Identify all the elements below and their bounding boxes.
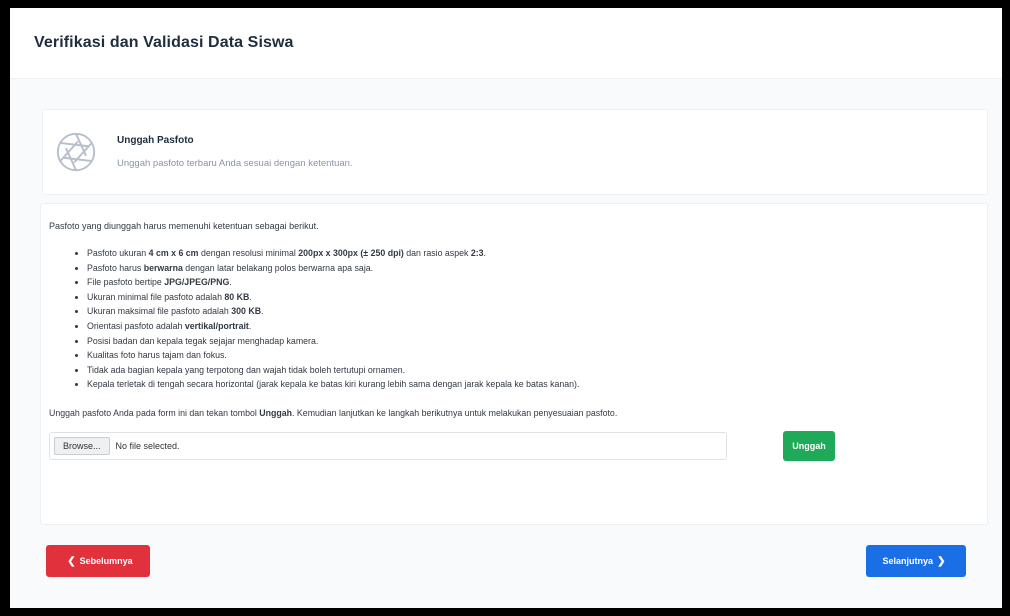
upload-instruction: Unggah pasfoto Anda pada form ini dan te… <box>49 407 618 418</box>
requirement-item: File pasfoto bertipe JPG/JPEG/PNG. <box>87 275 979 290</box>
requirement-item: Kualitas foto harus tajam dan fokus. <box>87 348 979 363</box>
upload-button[interactable]: Unggah <box>783 430 835 461</box>
file-status: No file selected. <box>115 440 180 451</box>
requirement-item: Kepala terletak di tengah secara horizon… <box>87 377 979 392</box>
next-button-label: Selanjutnya <box>882 556 934 566</box>
requirement-item: Pasfoto ukuran 4 cm x 6 cm dengan resolu… <box>87 246 979 261</box>
upload-info-card: Unggah Pasfoto Unggah pasfoto terbaru An… <box>42 109 988 195</box>
requirement-item: Pasfoto harus berwarna dengan latar bela… <box>87 261 979 276</box>
camera-aperture-icon <box>56 132 96 172</box>
page-title: Verifikasi dan Validasi Data Siswa <box>34 34 294 51</box>
navigation-row: ❮ Sebelumnya Selanjutnya ❯ <box>40 545 988 577</box>
upload-card-title: Unggah Pasfoto <box>117 135 194 146</box>
requirements-list: Pasfoto ukuran 4 cm x 6 cm dengan resolu… <box>49 246 979 392</box>
requirements-intro: Pasfoto yang diunggah harus memenuhi ket… <box>49 221 319 231</box>
chevron-right-icon: ❯ <box>937 555 946 567</box>
upload-row: Browse... No file selected. Unggah <box>49 430 979 461</box>
previous-button-label: Sebelumnya <box>79 556 133 566</box>
requirement-item: Posisi badan dan kepala tegak sejajar me… <box>87 334 979 349</box>
requirement-item: Ukuran maksimal file pasfoto adalah 300 … <box>87 304 979 319</box>
chevron-left-icon: ❮ <box>67 555 76 567</box>
previous-button[interactable]: ❮ Sebelumnya <box>46 545 150 577</box>
requirement-item: Ukuran minimal file pasfoto adalah 80 KB… <box>87 290 979 305</box>
requirement-item: Tidak ada bagian kepala yang terpotong d… <box>87 363 979 378</box>
content-area: Unggah Pasfoto Unggah pasfoto terbaru An… <box>10 79 1002 608</box>
file-input[interactable]: Browse... No file selected. <box>49 431 727 460</box>
requirements-card: Pasfoto yang diunggah harus memenuhi ket… <box>40 203 988 525</box>
browse-button[interactable]: Browse... <box>54 436 110 455</box>
next-button[interactable]: Selanjutnya ❯ <box>866 545 966 577</box>
page-header: Verifikasi dan Validasi Data Siswa <box>10 8 1002 79</box>
app-window: Verifikasi dan Validasi Data Siswa Ungga… <box>10 8 1002 608</box>
requirement-item: Orientasi pasfoto adalah vertikal/portra… <box>87 319 979 334</box>
upload-card-subtitle: Unggah pasfoto terbaru Anda sesuai denga… <box>117 158 353 169</box>
